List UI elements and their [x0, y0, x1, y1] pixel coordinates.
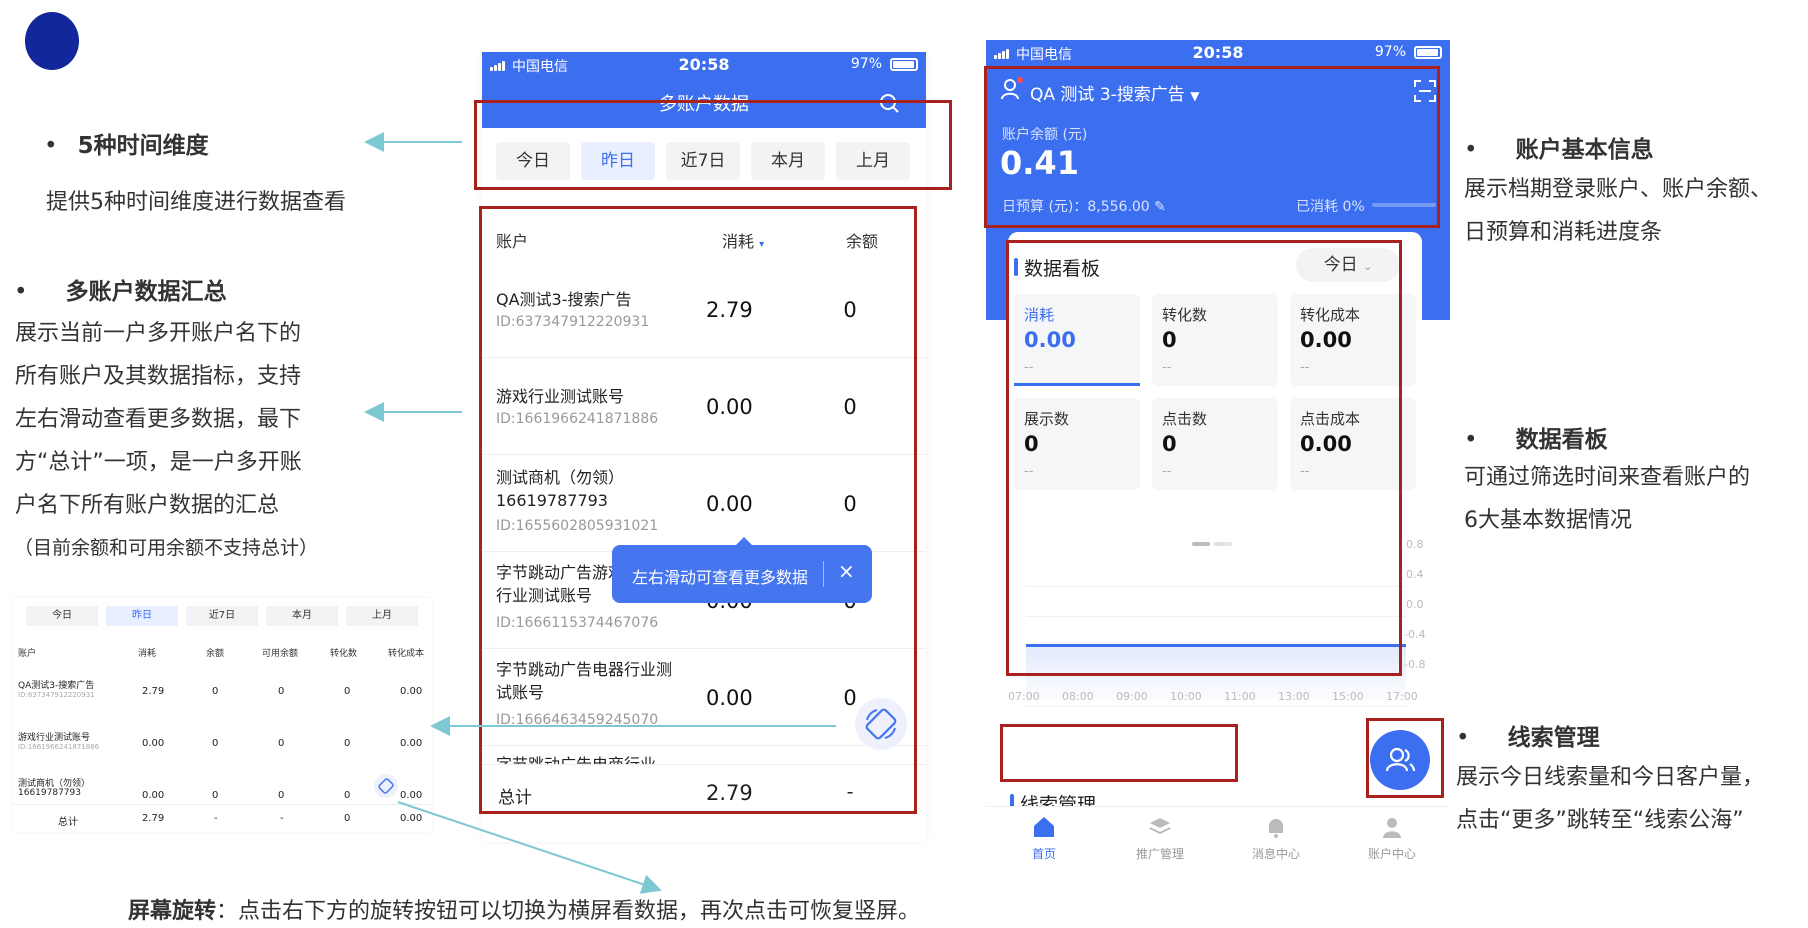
battery-icon: [1414, 46, 1442, 59]
mini-cell: 0: [344, 813, 351, 824]
annotation-account-body: 展示档期登录账户、账户余额、 日预算和消耗进度条: [1464, 177, 1773, 245]
highlight-fab: [1366, 718, 1444, 798]
mini-tab[interactable]: 本月: [266, 606, 338, 626]
annotation-account-title: • 账户基本信息: [1464, 137, 1654, 163]
mini-cell: -: [214, 813, 218, 824]
x-tick: 07:00: [1008, 690, 1040, 703]
mini-cell: 0.00: [400, 738, 423, 749]
x-tick: 13:00: [1278, 690, 1310, 703]
annotation-dashboard-body: 可通过筛选时间来查看账户的 6大基本数据情况: [1464, 465, 1751, 533]
annotation-clue-title: • 线索管理: [1456, 725, 1600, 751]
annotation-multi-note: （目前余额和可用余额不支持总计）: [14, 537, 319, 559]
x-tick: 17:00: [1386, 690, 1418, 703]
mini-header: 消耗: [138, 649, 157, 659]
mini-cell: 2.79: [142, 813, 165, 824]
layers-icon: [1149, 818, 1171, 835]
x-tick: 10:00: [1170, 690, 1202, 703]
mini-cell: 0: [344, 790, 351, 801]
nav-messages[interactable]: 消息中心: [1218, 807, 1334, 866]
home-icon: [1034, 817, 1054, 837]
annotation-multi-body: 展示当前一户多开账户名下的 所有账户及其数据指标，支持 左右滑动查看更多数据，最…: [15, 321, 302, 518]
mini-row-name: 游戏行业测试账号: [18, 733, 91, 743]
mini-row-id: 16619787793: [18, 788, 81, 798]
mini-tab[interactable]: 昨日: [106, 606, 178, 626]
mini-tab[interactable]: 今日: [26, 606, 98, 626]
y-tick: 0.4: [1406, 568, 1424, 581]
grid-line: [1026, 706, 1406, 707]
mini-cell: 0.00: [142, 790, 165, 801]
mini-header: 转化成本: [388, 649, 425, 659]
highlight-clue-title: [1000, 724, 1238, 782]
y-tick: -0.4: [1404, 628, 1426, 641]
mini-cell: 0: [278, 790, 285, 801]
highlight-time-tabs: [474, 100, 952, 190]
bell-icon: [1269, 819, 1283, 838]
mini-tab[interactable]: 上月: [346, 606, 418, 626]
mini-cell: 0: [278, 686, 285, 697]
mini-header: 账户: [18, 649, 37, 659]
nav-promotion[interactable]: 推广管理: [1102, 807, 1218, 866]
logo: [25, 12, 79, 70]
landscape-preview: 今日 昨日 近7日 本月 上月 账户 消耗 余额 可用余额 转化数 转化成本 Q…: [12, 598, 432, 832]
x-tick: 15:00: [1332, 690, 1364, 703]
mini-row-id: ID:637347912220931: [18, 691, 95, 699]
y-tick: 0.8: [1406, 538, 1424, 551]
annotation-clue-body: 展示今日线索量和今日客户量， 点击“更多”跳转至“线索公海”: [1456, 765, 1765, 833]
annotation-rotate: 屏幕旋转：点击右下方的旋转按钮可以切换为横屏看数据，再次点击可恢复竖屏。: [128, 899, 921, 924]
mini-header: 转化数: [330, 649, 358, 659]
mini-cell: 0: [212, 738, 219, 749]
mini-header: 可用余额: [262, 649, 299, 659]
nav-home[interactable]: 首页: [986, 807, 1102, 866]
highlight-account-table: [479, 206, 917, 814]
mini-cell: 0: [278, 738, 285, 749]
mini-cell: 0: [212, 790, 219, 801]
mini-cell: -: [280, 813, 284, 824]
mini-cell: 0: [344, 686, 351, 697]
mini-cell: 0.00: [400, 686, 423, 697]
mini-cell: 2.79: [142, 686, 165, 697]
annotation-time-title: • 5种时间维度: [44, 133, 209, 159]
mini-tab[interactable]: 近7日: [186, 606, 258, 626]
mini-divider: [12, 804, 432, 805]
user-icon: [1383, 818, 1401, 838]
battery-percent: 97%: [850, 56, 882, 72]
mini-row-name: QA测试3-搜索广告: [18, 681, 95, 691]
mini-cell: 0.00: [400, 790, 423, 801]
mini-cell: 0: [212, 686, 219, 697]
mini-cell: 0: [344, 738, 351, 749]
annotation-dashboard-title: • 数据看板: [1464, 427, 1608, 453]
x-tick: 09:00: [1116, 690, 1148, 703]
status-bar: 中国电信 20:58 97%: [482, 52, 926, 78]
highlight-dashboard: [1006, 240, 1402, 676]
battery-icon: [890, 58, 918, 71]
x-tick: 08:00: [1062, 690, 1094, 703]
y-tick: 0.0: [1406, 598, 1424, 611]
battery-percent: 97%: [1374, 44, 1406, 60]
mini-header: 余额: [206, 649, 225, 659]
bottom-nav: 首页 推广管理 消息中心 账户中心: [986, 806, 1450, 866]
annotation-time-body: 提供5种时间维度进行数据查看: [46, 190, 346, 215]
annotation-multi-title: • 多账户数据汇总: [14, 279, 227, 305]
y-tick: -0.8: [1404, 658, 1426, 671]
mini-row-id: ID:1661966241871886: [18, 743, 100, 751]
status-bar: 中国电信 20:58 97%: [986, 40, 1450, 66]
nav-account[interactable]: 账户中心: [1334, 807, 1450, 866]
mini-cell: 0.00: [142, 738, 165, 749]
x-tick: 11:00: [1224, 690, 1256, 703]
mini-rotate-icon[interactable]: [374, 774, 398, 798]
highlight-account-info: [984, 66, 1440, 228]
mini-total-label: 总计: [58, 817, 78, 828]
mini-cell: 0.00: [400, 813, 423, 824]
